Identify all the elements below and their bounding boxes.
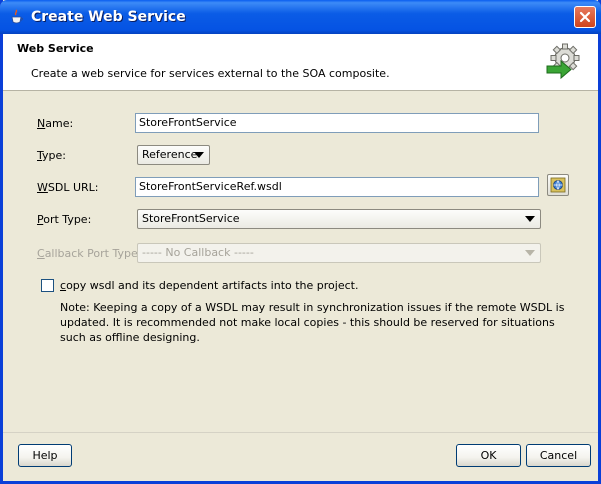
header-subtitle: Create a web service for services extern…: [31, 67, 390, 80]
port-type-dropdown[interactable]: StoreFrontService: [137, 209, 541, 229]
copy-wsdl-label[interactable]: copy wsdl and its dependent artifacts in…: [60, 279, 358, 292]
title-bar[interactable]: Create Web Service: [0, 0, 601, 34]
footer-divider: [3, 432, 598, 433]
wsdl-browse-button[interactable]: [547, 174, 569, 196]
chevron-down-icon: [194, 152, 204, 158]
name-field[interactable]: StoreFrontService: [135, 113, 539, 133]
callback-port-type-label: Callback Port Type:: [37, 247, 142, 260]
java-cup-icon: [9, 9, 25, 25]
gear-arrow-icon: [543, 42, 583, 82]
type-label: Type:: [37, 149, 66, 162]
name-label: Name:: [37, 117, 74, 130]
ok-button[interactable]: OK: [456, 444, 521, 467]
wsdl-browse-icon: [550, 177, 566, 193]
wsdl-url-label: WSDL URL:: [37, 181, 99, 194]
create-web-service-dialog: Create Web Service Web Service Create a …: [0, 0, 601, 484]
copy-wsdl-checkbox[interactable]: [41, 279, 54, 292]
wsdl-url-field[interactable]: StoreFrontServiceRef.wsdl: [135, 177, 539, 197]
type-value: Reference: [142, 148, 198, 161]
cancel-button[interactable]: Cancel: [526, 444, 591, 467]
close-button[interactable]: [574, 6, 596, 28]
port-type-label: Port Type:: [37, 213, 92, 226]
header-panel: Web Service Create a web service for ser…: [3, 34, 598, 91]
copy-wsdl-note: Note: Keeping a copy of a WSDL may resul…: [60, 301, 565, 344]
callback-port-type-value: ----- No Callback -----: [142, 246, 254, 259]
port-type-value: StoreFrontService: [142, 212, 240, 225]
type-dropdown[interactable]: Reference: [137, 145, 210, 165]
window-title: Create Web Service: [31, 9, 186, 25]
close-icon: [579, 11, 591, 23]
help-button[interactable]: Help: [18, 444, 72, 467]
chevron-down-icon: [525, 250, 535, 256]
callback-port-type-dropdown[interactable]: ----- No Callback -----: [137, 243, 541, 263]
header-title: Web Service: [17, 42, 94, 55]
chevron-down-icon: [525, 216, 535, 222]
